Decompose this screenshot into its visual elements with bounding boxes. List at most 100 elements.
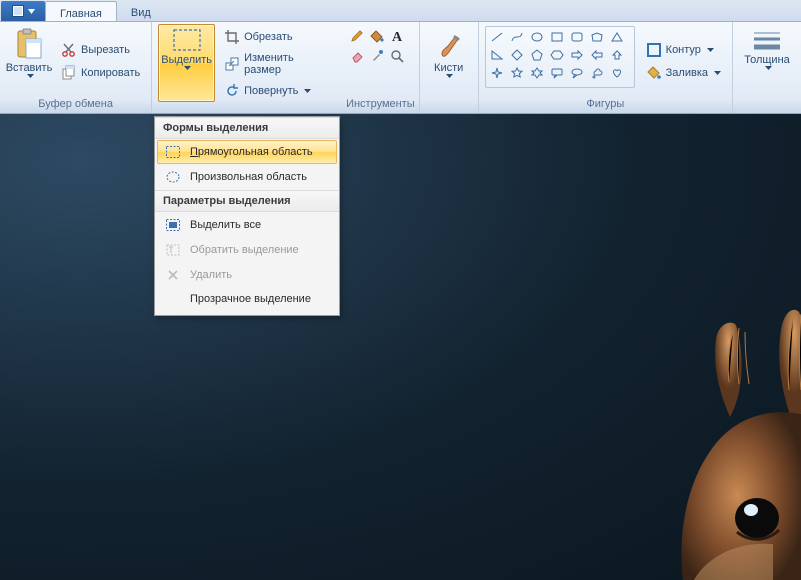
titlebar: Главная Вид (0, 0, 801, 22)
rotate-button[interactable]: Повернуть (219, 80, 336, 102)
shape-arrow-up[interactable] (608, 47, 626, 63)
resize-icon (224, 56, 240, 72)
shape-oval[interactable] (528, 29, 546, 45)
rotate-icon (224, 83, 240, 99)
group-shapes: Контур Заливка Фигуры (479, 22, 733, 113)
shape-polygon[interactable] (588, 29, 606, 45)
dropdown-header-shapes: Формы выделения (155, 117, 339, 139)
chevron-down-icon (707, 48, 714, 52)
outline-button[interactable]: Контур (641, 39, 726, 61)
shape-diamond[interactable] (508, 47, 526, 63)
thickness-icon (751, 28, 783, 52)
brushes-label: Кисти (434, 62, 463, 74)
rotate-label: Повернуть (244, 85, 298, 97)
shapes-gallery[interactable] (485, 26, 635, 88)
shape-callout-cloud[interactable] (588, 65, 606, 81)
paste-icon (15, 28, 43, 60)
shape-pentagon[interactable] (528, 47, 546, 63)
shape-star4[interactable] (488, 65, 506, 81)
menu-item-rectangular-selection[interactable]: Прямоугольная область (157, 140, 337, 164)
shape-triangle[interactable] (608, 29, 626, 45)
chevron-down-icon (304, 89, 311, 93)
copy-button[interactable]: Копировать (56, 62, 145, 84)
shape-callout-oval[interactable] (568, 65, 586, 81)
group-image: Выделить Обрезать Изменить размер Поверн… (152, 22, 342, 113)
shape-arrow-right[interactable] (568, 47, 586, 63)
paste-label: Вставить (6, 62, 53, 74)
menu-item-transparent-selection[interactable]: Прозрачное выделение (157, 288, 337, 310)
chevron-down-icon (184, 66, 191, 70)
tab-view[interactable]: Вид (117, 0, 165, 21)
menu-item-freeform-selection[interactable]: Произвольная область (157, 165, 337, 189)
scissors-icon (61, 42, 77, 58)
group-label-tools: Инструменты (346, 96, 415, 113)
select-button[interactable]: Выделить (158, 24, 215, 102)
thickness-button[interactable]: Толщина (739, 24, 795, 96)
copy-icon (61, 65, 77, 81)
chevron-down-icon (714, 71, 721, 75)
shape-hexagon[interactable] (548, 47, 566, 63)
menu-item-label: Удалить (190, 269, 232, 281)
fill-button[interactable]: Заливка (641, 62, 726, 84)
thickness-label: Толщина (744, 54, 790, 66)
delete-icon (165, 268, 181, 282)
group-label-shapes: Фигуры (483, 96, 728, 113)
shape-star5[interactable] (508, 65, 526, 81)
chevron-down-icon (446, 74, 453, 78)
eraser-icon (350, 49, 364, 63)
menu-item-label: Выделить все (190, 219, 261, 231)
fill-icon (646, 65, 662, 81)
svg-text:A: A (392, 30, 403, 43)
group-thickness: Толщина . (733, 22, 801, 113)
tool-fill[interactable] (368, 27, 386, 45)
tool-text[interactable]: A (388, 27, 406, 45)
menu-item-label: Прозрачное выделение (190, 293, 311, 305)
shape-line[interactable] (488, 29, 506, 45)
shape-right-triangle[interactable] (488, 47, 506, 63)
selection-rect-icon (172, 28, 202, 52)
menu-item-select-all[interactable]: Выделить все (157, 213, 337, 237)
tool-eraser[interactable] (348, 47, 366, 65)
tool-picker[interactable] (368, 47, 386, 65)
shape-heart[interactable] (608, 65, 626, 81)
canvas[interactable] (0, 114, 801, 580)
outline-label: Контур (666, 44, 701, 56)
shape-arrow-left[interactable] (588, 47, 606, 63)
shape-curve[interactable] (508, 29, 526, 45)
shape-callout-rect[interactable] (548, 65, 566, 81)
shape-roundrect[interactable] (568, 29, 586, 45)
paste-button[interactable]: Вставить (6, 24, 52, 96)
chevron-down-icon (765, 66, 772, 70)
canvas-image (561, 300, 801, 580)
crop-label: Обрезать (244, 31, 293, 43)
text-icon: A (390, 29, 404, 43)
tool-pencil[interactable] (348, 27, 366, 45)
outline-icon (646, 42, 662, 58)
shape-rect[interactable] (548, 29, 566, 45)
resize-button[interactable]: Изменить размер (219, 49, 336, 79)
menu-item-label: Произвольная область (190, 171, 307, 183)
brush-icon (434, 28, 464, 60)
menu-item-invert-selection: Обратить выделение (157, 238, 337, 262)
group-label-clipboard: Буфер обмена (4, 96, 147, 113)
tab-home[interactable]: Главная (45, 1, 117, 21)
bucket-icon (370, 29, 384, 43)
tab-label: Вид (131, 7, 151, 19)
chevron-down-icon (27, 74, 34, 78)
crop-icon (224, 29, 240, 45)
crop-button[interactable]: Обрезать (219, 26, 336, 48)
shape-star6[interactable] (528, 65, 546, 81)
select-label: Выделить (161, 54, 212, 66)
file-menu-button[interactable] (1, 1, 45, 21)
tool-zoom[interactable] (388, 47, 406, 65)
pencil-icon (350, 29, 364, 43)
magnifier-icon (390, 49, 404, 63)
brushes-button[interactable]: Кисти (426, 24, 472, 96)
invert-icon (165, 243, 181, 257)
group-brushes: Кисти . (420, 22, 479, 113)
select-dropdown: Формы выделения Прямоугольная область Пр… (154, 116, 340, 316)
dropdown-header-options: Параметры выделения (155, 190, 339, 212)
copy-label: Копировать (81, 67, 140, 79)
cut-button[interactable]: Вырезать (56, 39, 145, 61)
ribbon: Вставить Вырезать Копировать Буфер обмен… (0, 22, 801, 114)
